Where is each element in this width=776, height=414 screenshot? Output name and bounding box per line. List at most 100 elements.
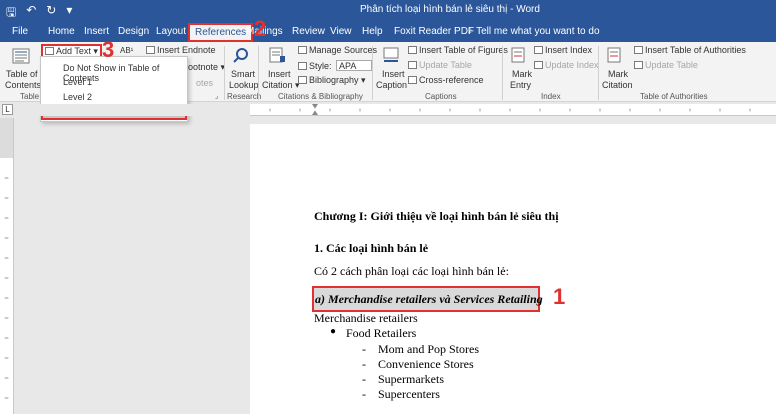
mark-entry-label: Entry: [510, 80, 532, 90]
horizontal-ruler[interactable]: [250, 104, 776, 116]
table-of-contents-button[interactable]: Table of: [6, 69, 38, 79]
insert-table-of-authorities-button[interactable]: Insert Table of Authorities: [634, 45, 746, 55]
tab-review[interactable]: Review: [292, 26, 325, 37]
doc-selected-heading[interactable]: a) Merchandise retailers và Services Ret…: [315, 292, 543, 307]
bibliography-button[interactable]: Bibliography ▾: [298, 75, 366, 86]
insert-footnote-ab-icon: AB¹: [120, 46, 134, 55]
tab-design[interactable]: Design: [118, 26, 149, 37]
mark-citation-label: Citation: [602, 80, 633, 90]
lightbulb-icon: ♀: [466, 26, 474, 37]
tab-insert[interactable]: Insert: [84, 26, 109, 37]
group-label-index: Index: [541, 92, 561, 101]
cross-reference-label: Cross-reference: [419, 75, 484, 85]
group-label-table-of-authorities: Table of Authorities: [640, 92, 708, 101]
insert-index-label: Insert Index: [545, 45, 593, 55]
insert-caption-button[interactable]: Insert: [382, 69, 405, 79]
doc-heading-section[interactable]: 1. Các loại hình bán lẻ: [314, 241, 428, 256]
tab-foxit-reader-pdf[interactable]: Foxit Reader PDF: [394, 26, 474, 37]
insert-index-button[interactable]: Insert Index: [534, 45, 592, 55]
ruler-margin-area: [0, 104, 250, 116]
insert-citation-dropdown[interactable]: Citation ▾: [262, 80, 300, 91]
doc-heading-chapter[interactable]: Chương I: Giới thiệu về loại hình bán lẻ…: [314, 209, 559, 224]
style-icon: [298, 62, 307, 70]
doc-sublist-item[interactable]: Supermarkets: [378, 372, 444, 387]
smart-lookup-label: Lookup: [229, 80, 259, 90]
style-dropdown[interactable]: APA: [336, 60, 373, 71]
menu-item-do-not-show[interactable]: Do Not Show in Table of Contents: [41, 61, 187, 83]
insert-caption-label: Caption: [376, 80, 408, 90]
undo-icon[interactable]: ↶: [26, 3, 36, 24]
tab-layout[interactable]: Layout: [156, 26, 186, 37]
update-index-button[interactable]: Update Index: [534, 60, 599, 70]
tell-me-label: Tell me what you want to do: [476, 26, 600, 37]
update-toa-label: Update Table: [645, 60, 698, 70]
document-title: Phân tích loại hình bán lẻ siêu thị - Wo…: [360, 4, 540, 15]
dash-bullet: -: [362, 357, 366, 371]
next-footnote-button[interactable]: ootnote ▾: [188, 62, 225, 73]
insert-table-of-figures-label: Insert Table of Figures: [419, 45, 508, 55]
manage-sources-button[interactable]: Manage Sources: [298, 45, 377, 55]
tab-view[interactable]: View: [330, 26, 352, 37]
footnotes-launcher-icon[interactable]: ⌟: [215, 92, 218, 100]
insert-caption-icon: [383, 47, 399, 62]
callout-number-1: 1: [553, 284, 566, 309]
cross-reference-button[interactable]: Cross-reference: [408, 75, 484, 85]
doc-sublist-item[interactable]: Convenience Stores: [378, 357, 474, 372]
group-label-citations-bibliography: Citations & Bibliography: [278, 92, 363, 101]
add-text-label: Add Text ▾: [56, 46, 98, 56]
callout-number-3: 3: [102, 37, 115, 62]
insert-citation-button[interactable]: Insert: [268, 69, 291, 79]
update-toa-icon: [634, 61, 643, 69]
vertical-ruler[interactable]: [0, 118, 14, 414]
menu-item-level-1[interactable]: Level 1: [41, 75, 187, 90]
show-notes-button[interactable]: otes: [196, 78, 213, 88]
bibliography-label: Bibliography ▾: [309, 75, 366, 85]
ribbon-separator: [372, 46, 373, 100]
doc-list-food-retailers[interactable]: Food Retailers: [346, 326, 416, 341]
menu-item-level-2[interactable]: Level 2: [41, 90, 187, 105]
style-label: Style:: [309, 61, 332, 71]
insert-citation-icon: [269, 47, 285, 63]
add-text-icon: [45, 47, 54, 55]
tab-references[interactable]: References: [188, 23, 254, 42]
insert-toa-label: Insert Table of Authorities: [645, 45, 746, 55]
mark-entry-icon: [511, 47, 525, 63]
redo-icon[interactable]: ↻: [46, 3, 56, 24]
dash-bullet: -: [362, 387, 366, 401]
style-selector[interactable]: Style: APA: [298, 60, 373, 71]
save-icon[interactable]: 🖫: [6, 3, 16, 24]
mark-entry-button[interactable]: Mark: [512, 69, 532, 79]
ribbon-tabs: File Home Insert Design Layout Reference…: [0, 22, 776, 42]
smart-lookup-icon: [233, 48, 248, 63]
group-label-research: Research: [227, 92, 262, 101]
update-index-icon: [534, 61, 543, 69]
update-toa-button[interactable]: Update Table: [634, 60, 698, 70]
tab-selector[interactable]: L: [2, 104, 13, 115]
doc-sublist-item[interactable]: Supercenters: [378, 387, 440, 402]
doc-line-merchandise[interactable]: Merchandise retailers: [314, 311, 418, 326]
table-of-contents-icon: [12, 48, 30, 64]
insert-endnote-button[interactable]: Insert Endnote: [146, 45, 216, 55]
insert-table-of-figures-button[interactable]: Insert Table of Figures: [408, 45, 508, 55]
tab-home[interactable]: Home: [48, 26, 75, 37]
update-table-button[interactable]: Update Table: [408, 60, 472, 70]
tab-file[interactable]: File: [12, 26, 28, 37]
update-table-icon: [408, 61, 417, 69]
tell-me-search[interactable]: ♀ Tell me what you want to do: [466, 26, 600, 37]
smart-lookup-button[interactable]: Smart: [231, 69, 255, 79]
doc-paragraph[interactable]: Có 2 cách phân loại các loại hình bán lẻ…: [314, 264, 509, 279]
tab-help[interactable]: Help: [362, 26, 383, 37]
insert-endnote-label: Insert Endnote: [157, 45, 216, 55]
bullet-icon: ●: [330, 326, 337, 337]
doc-sublist-item[interactable]: Mom and Pop Stores: [378, 342, 479, 357]
group-label-table-of-contents: Table: [20, 92, 40, 101]
table-of-figures-icon: [408, 46, 417, 54]
manage-sources-icon: [298, 46, 307, 54]
update-index-label: Update Index: [545, 60, 599, 70]
mark-citation-button[interactable]: Mark: [608, 69, 628, 79]
ribbon-separator: [502, 46, 503, 100]
ribbon-separator: [258, 46, 259, 100]
ribbon-separator: [224, 46, 225, 100]
customize-qat-icon[interactable]: ▾: [66, 3, 72, 24]
quick-access-toolbar: 🖫 ↶ ↻ ▾: [6, 3, 72, 24]
